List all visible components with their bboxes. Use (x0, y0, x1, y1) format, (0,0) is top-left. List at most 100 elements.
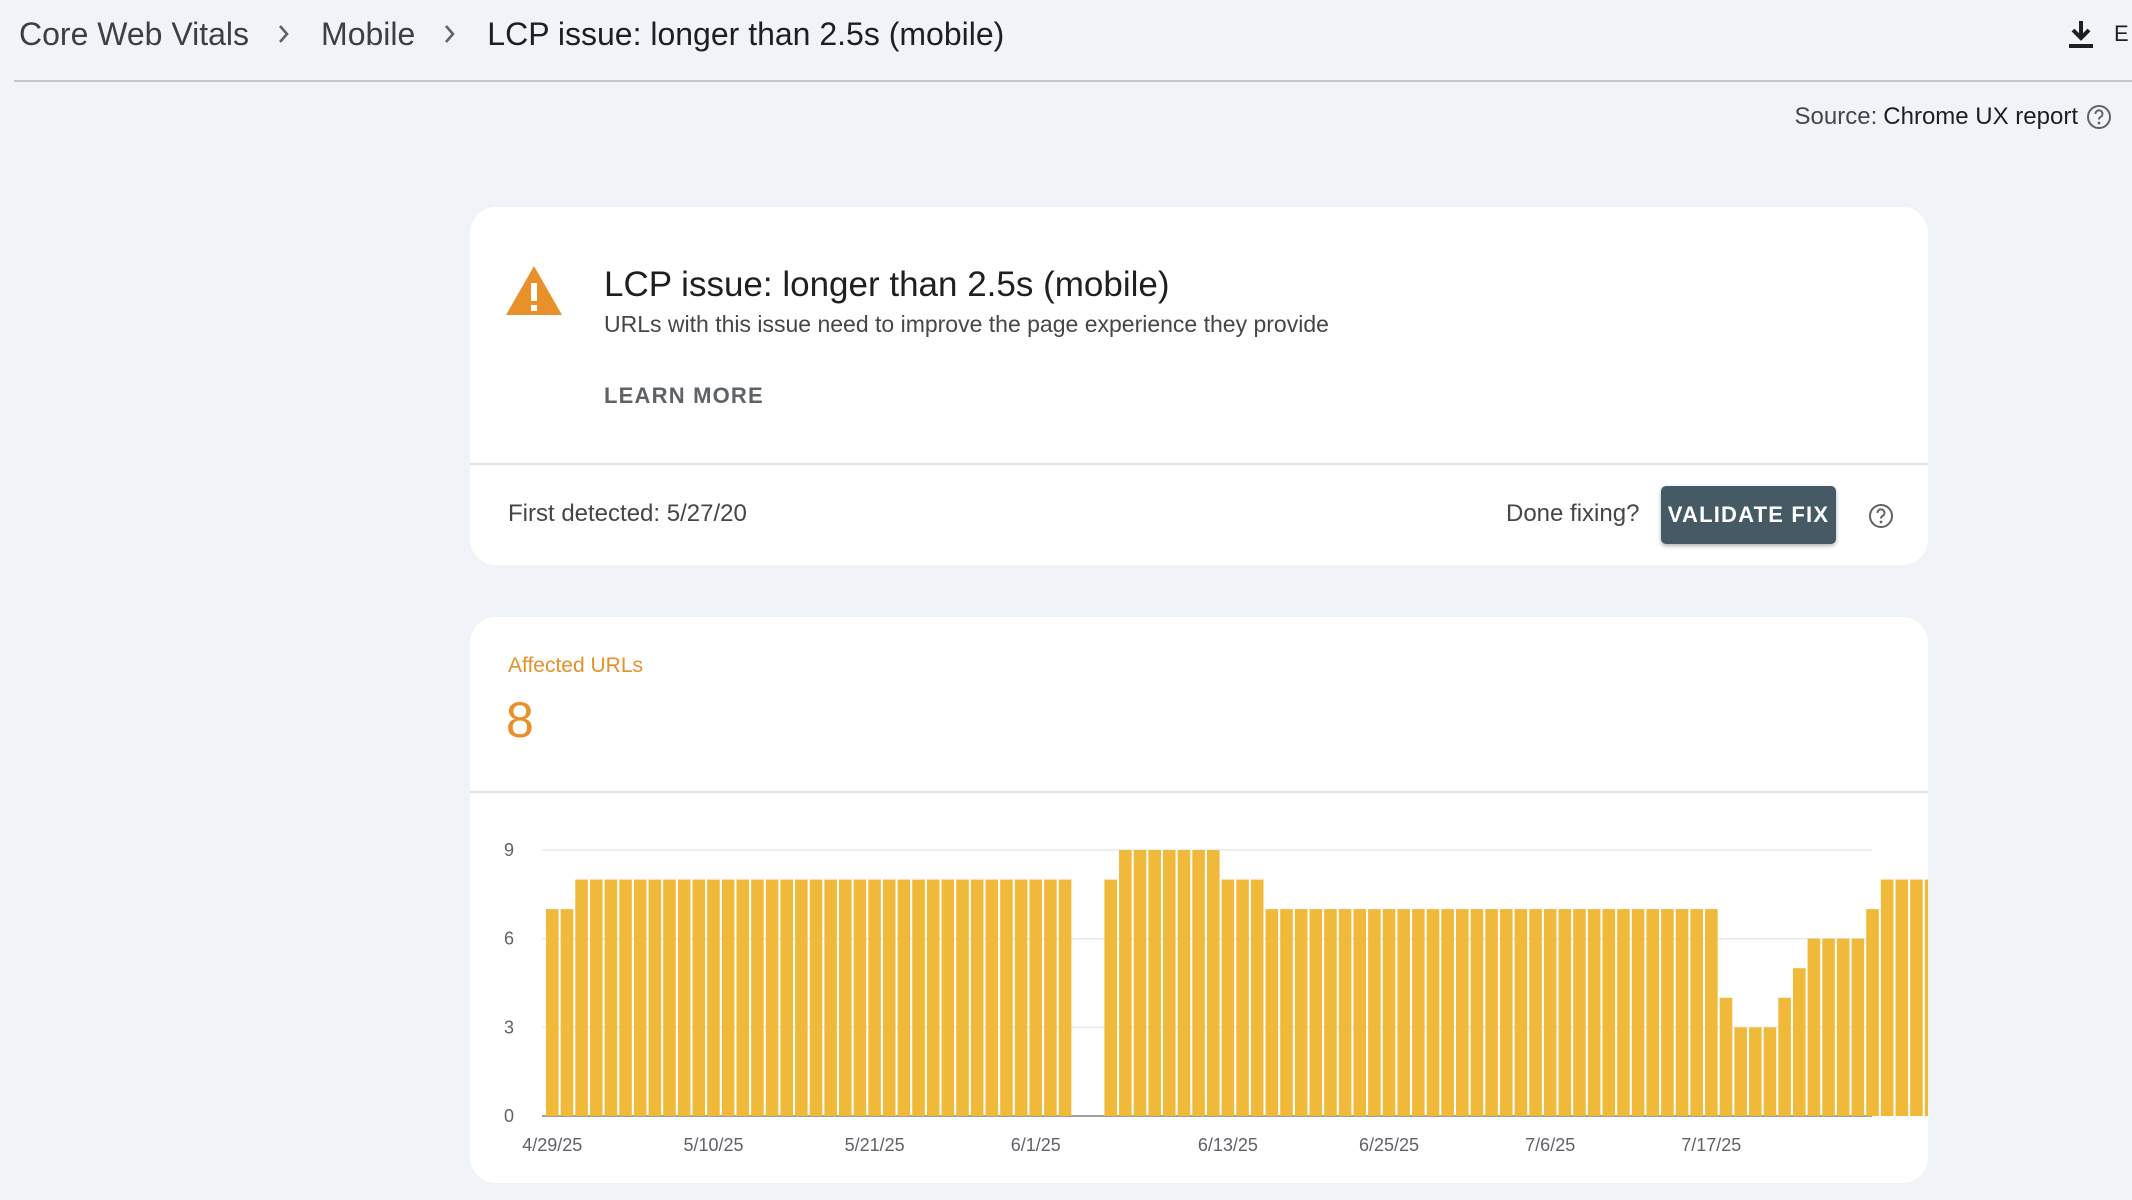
bar[interactable] (1675, 909, 1689, 1116)
bar[interactable] (1044, 879, 1057, 1116)
breadcrumb-item-core-web-vitals[interactable]: Core Web Vitals (19, 16, 249, 53)
bar[interactable] (1250, 879, 1264, 1116)
bar[interactable] (1397, 909, 1410, 1116)
bar[interactable] (1851, 938, 1865, 1116)
bar[interactable] (751, 879, 764, 1116)
bar[interactable] (809, 879, 823, 1116)
bar[interactable] (1382, 909, 1396, 1116)
bar[interactable] (1587, 909, 1601, 1116)
bar[interactable] (1236, 879, 1249, 1116)
bar[interactable] (1456, 909, 1469, 1116)
bar[interactable] (1617, 909, 1630, 1116)
bar[interactable] (736, 879, 750, 1116)
bar[interactable] (1000, 879, 1013, 1116)
bar[interactable] (1646, 909, 1660, 1116)
bar[interactable] (941, 879, 955, 1116)
bar[interactable] (1441, 909, 1454, 1116)
bar[interactable] (1058, 879, 1072, 1116)
bar[interactable] (1836, 938, 1850, 1116)
breadcrumb-item-mobile[interactable]: Mobile (321, 16, 415, 53)
help-circle-icon[interactable] (1868, 503, 1894, 534)
bar[interactable] (707, 879, 720, 1116)
bar[interactable] (1514, 909, 1528, 1116)
bar[interactable] (1631, 909, 1645, 1116)
bar[interactable] (1705, 909, 1718, 1116)
bar[interactable] (1014, 879, 1028, 1116)
bar[interactable] (1338, 909, 1352, 1116)
bar[interactable] (560, 909, 574, 1116)
help-circle-icon[interactable] (2086, 104, 2112, 130)
bar[interactable] (1119, 850, 1132, 1116)
bar[interactable] (1412, 909, 1425, 1116)
bar[interactable] (1749, 1027, 1762, 1116)
bar[interactable] (1309, 909, 1323, 1116)
bar[interactable] (1880, 879, 1894, 1116)
bar[interactable] (970, 879, 984, 1116)
learn-more-link[interactable]: LEARN MORE (604, 383, 764, 409)
bar[interactable] (633, 879, 647, 1116)
bar[interactable] (1221, 879, 1235, 1116)
bar[interactable] (1719, 997, 1733, 1116)
bar[interactable] (1353, 909, 1367, 1116)
bar[interactable] (1499, 909, 1513, 1116)
bar[interactable] (839, 879, 852, 1116)
bar[interactable] (780, 879, 793, 1116)
bar[interactable] (1602, 909, 1616, 1116)
bar[interactable] (619, 879, 632, 1116)
bar[interactable] (1104, 879, 1117, 1116)
bar[interactable] (663, 879, 676, 1116)
bar[interactable] (882, 879, 896, 1116)
bar[interactable] (912, 879, 925, 1116)
bar[interactable] (1895, 879, 1909, 1116)
bar[interactable] (604, 879, 618, 1116)
bar[interactable] (1470, 909, 1484, 1116)
bar[interactable] (1734, 1027, 1747, 1116)
bar[interactable] (1133, 850, 1147, 1116)
bar[interactable] (1368, 909, 1381, 1116)
bar[interactable] (692, 879, 706, 1116)
bar[interactable] (677, 879, 691, 1116)
bar[interactable] (985, 879, 999, 1116)
bar[interactable] (1807, 938, 1821, 1116)
bar[interactable] (1294, 909, 1308, 1116)
bar[interactable] (956, 879, 969, 1116)
bar[interactable] (648, 879, 662, 1116)
bar[interactable] (795, 879, 808, 1116)
bar[interactable] (1573, 909, 1586, 1116)
bar[interactable] (1177, 850, 1191, 1116)
bar[interactable] (1192, 850, 1205, 1116)
bar[interactable] (575, 879, 588, 1116)
bar[interactable] (1690, 909, 1703, 1116)
bar[interactable] (721, 879, 735, 1116)
bar[interactable] (1792, 968, 1806, 1116)
bar[interactable] (1324, 909, 1337, 1116)
bar[interactable] (1763, 1027, 1777, 1116)
bar[interactable] (897, 879, 911, 1116)
bar[interactable] (1910, 879, 1923, 1116)
bar[interactable] (824, 879, 837, 1116)
validate-fix-button[interactable]: VALIDATE FIX (1661, 486, 1836, 544)
bar[interactable] (1543, 909, 1557, 1116)
export-button[interactable]: E (2068, 12, 2129, 56)
bar[interactable] (1778, 997, 1791, 1116)
bar[interactable] (1163, 850, 1176, 1116)
bar[interactable] (1866, 909, 1879, 1116)
bar[interactable] (546, 909, 559, 1116)
bar[interactable] (1426, 909, 1440, 1116)
bar[interactable] (1265, 909, 1279, 1116)
bar[interactable] (1148, 850, 1161, 1116)
bar[interactable] (1529, 909, 1542, 1116)
bar[interactable] (1206, 850, 1220, 1116)
bar[interactable] (765, 879, 779, 1116)
bar[interactable] (1924, 879, 1928, 1116)
bar[interactable] (1558, 909, 1572, 1116)
bar[interactable] (853, 879, 867, 1116)
bar[interactable] (868, 879, 881, 1116)
bar[interactable] (1485, 909, 1498, 1116)
bar[interactable] (1029, 879, 1043, 1116)
bar[interactable] (1822, 938, 1835, 1116)
bar[interactable] (589, 879, 603, 1116)
bar[interactable] (1661, 909, 1674, 1116)
bar[interactable] (1280, 909, 1293, 1116)
bar[interactable] (926, 879, 940, 1116)
